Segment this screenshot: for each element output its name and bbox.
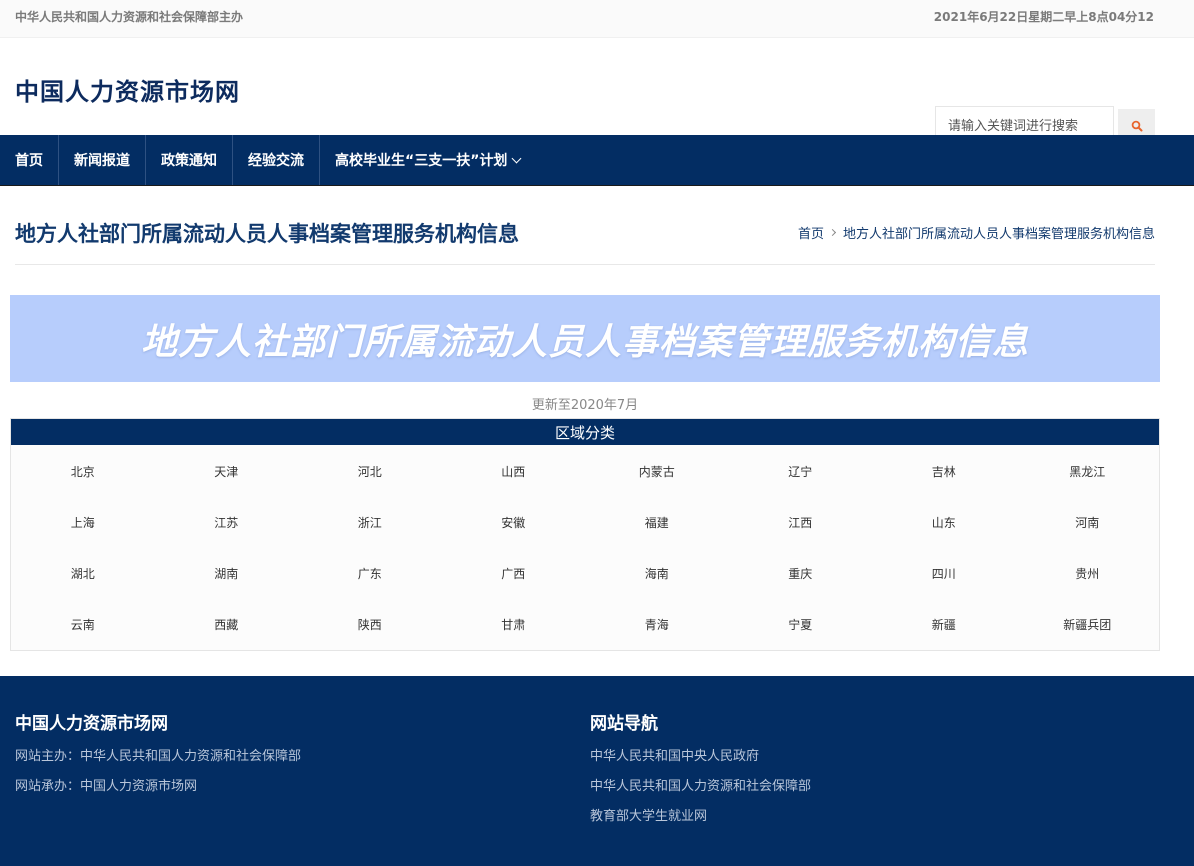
main-nav: 首页 新闻报道 政策通知 经验交流 高校毕业生“三支一扶”计划 [0,135,1194,186]
region-link[interactable]: 山西 [442,446,586,497]
page-header: 地方人社部门所属流动人员人事档案管理服务机构信息 首页 地方人社部门所属流动人员… [15,216,1155,265]
region-link[interactable]: 浙江 [298,497,442,548]
header: 中国人力资源市场网 [0,38,1194,146]
sponsor-text: 中华人民共和国人力资源和社会保障部主办 [15,10,244,24]
region-link[interactable]: 湖南 [155,548,299,599]
region-link[interactable]: 天津 [155,446,299,497]
region-grid: 北京 天津 河北 山西 内蒙古 辽宁 吉林 黑龙江 上海 江苏 浙江 安徽 福建… [11,445,1159,650]
region-link[interactable]: 青海 [585,599,729,650]
nav-item-graduate-plan-label: 高校毕业生“三支一扶”计划 [335,153,508,169]
region-link[interactable]: 安徽 [442,497,586,548]
footer-link-mohrss[interactable]: 中华人民共和国人力资源和社会保障部 [590,778,811,808]
region-link[interactable]: 四川 [872,548,1016,599]
footer-link-gov[interactable]: 中华人民共和国中央人民政府 [590,748,811,778]
region-link[interactable]: 北京 [11,446,155,497]
breadcrumb-home[interactable]: 首页 [798,223,824,242]
banner-title: 地方人社部门所属流动人员人事档案管理服务机构信息 [140,321,1029,363]
footer-host: 网站主办：中华人民共和国人力资源和社会保障部 [15,749,302,764]
region-link[interactable]: 宁夏 [729,599,873,650]
chevron-right-icon [828,228,837,237]
region-link[interactable]: 贵州 [1016,548,1160,599]
region-link[interactable]: 辽宁 [729,446,873,497]
footer-link-ncss[interactable]: 教育部大学生就业网 [590,808,811,838]
search-icon [1131,120,1142,132]
region-link[interactable]: 吉林 [872,446,1016,497]
top-bar: 中华人民共和国人力资源和社会保障部主办 2021年6月22日星期二早上8点04分… [0,0,1194,38]
region-link[interactable]: 上海 [11,497,155,548]
region-link[interactable]: 河北 [298,446,442,497]
footer-about: 中国人力资源市场网 网站主办：中华人民共和国人力资源和社会保障部 网站承办：中国… [15,709,301,808]
region-link[interactable]: 山东 [872,497,1016,548]
footer-nav-heading: 网站导航 [590,714,658,734]
footer-operator: 网站承办：中国人力资源市场网 [15,779,198,794]
region-link[interactable]: 陕西 [298,599,442,650]
region-link[interactable]: 黑龙江 [1016,446,1160,497]
region-link[interactable]: 广东 [298,548,442,599]
page-title: 地方人社部门所属流动人员人事档案管理服务机构信息 [15,222,519,246]
region-link[interactable]: 江苏 [155,497,299,548]
region-link[interactable]: 西藏 [155,599,299,650]
chevron-down-icon [511,153,522,163]
region-link[interactable]: 甘肃 [442,599,586,650]
nav-item-graduate-plan[interactable]: 高校毕业生“三支一扶”计划 [320,135,535,185]
site-title[interactable]: 中国人力资源市场网 [15,72,240,107]
region-link[interactable]: 云南 [11,599,155,650]
region-link[interactable]: 内蒙古 [585,446,729,497]
region-link[interactable]: 新疆兵团 [1016,599,1160,650]
region-header: 区域分类 [11,419,1159,445]
nav-item-policy[interactable]: 政策通知 [146,135,233,185]
region-link[interactable]: 江西 [729,497,873,548]
nav-item-home[interactable]: 首页 [0,135,59,185]
region-link[interactable]: 重庆 [729,548,873,599]
region-link[interactable]: 福建 [585,497,729,548]
region-link[interactable]: 海南 [585,548,729,599]
region-panel: 区域分类 北京 天津 河北 山西 内蒙古 辽宁 吉林 黑龙江 上海 江苏 浙江 … [10,418,1160,651]
region-link[interactable]: 河南 [1016,497,1160,548]
nav-item-news[interactable]: 新闻报道 [59,135,146,185]
breadcrumb-current: 地方人社部门所属流动人员人事档案管理服务机构信息 [842,227,1155,242]
update-note: 更新至2020年7月 [531,398,639,413]
region-link[interactable]: 广西 [442,548,586,599]
datetime-text: 2021年6月22日星期二早上8点04分12 [933,10,1154,24]
region-link[interactable]: 新疆 [872,599,1016,650]
footer: 中国人力资源市场网 网站主办：中华人民共和国人力资源和社会保障部 网站承办：中国… [0,676,1194,866]
footer-nav: 网站导航 中华人民共和国中央人民政府 中华人民共和国人力资源和社会保障部 教育部… [590,709,811,838]
region-link[interactable]: 湖北 [11,548,155,599]
nav-item-experience[interactable]: 经验交流 [233,135,320,185]
banner: 地方人社部门所属流动人员人事档案管理服务机构信息 [10,295,1160,382]
breadcrumb: 首页 地方人社部门所属流动人员人事档案管理服务机构信息 [798,223,1155,242]
footer-site-heading: 中国人力资源市场网 [15,714,168,734]
